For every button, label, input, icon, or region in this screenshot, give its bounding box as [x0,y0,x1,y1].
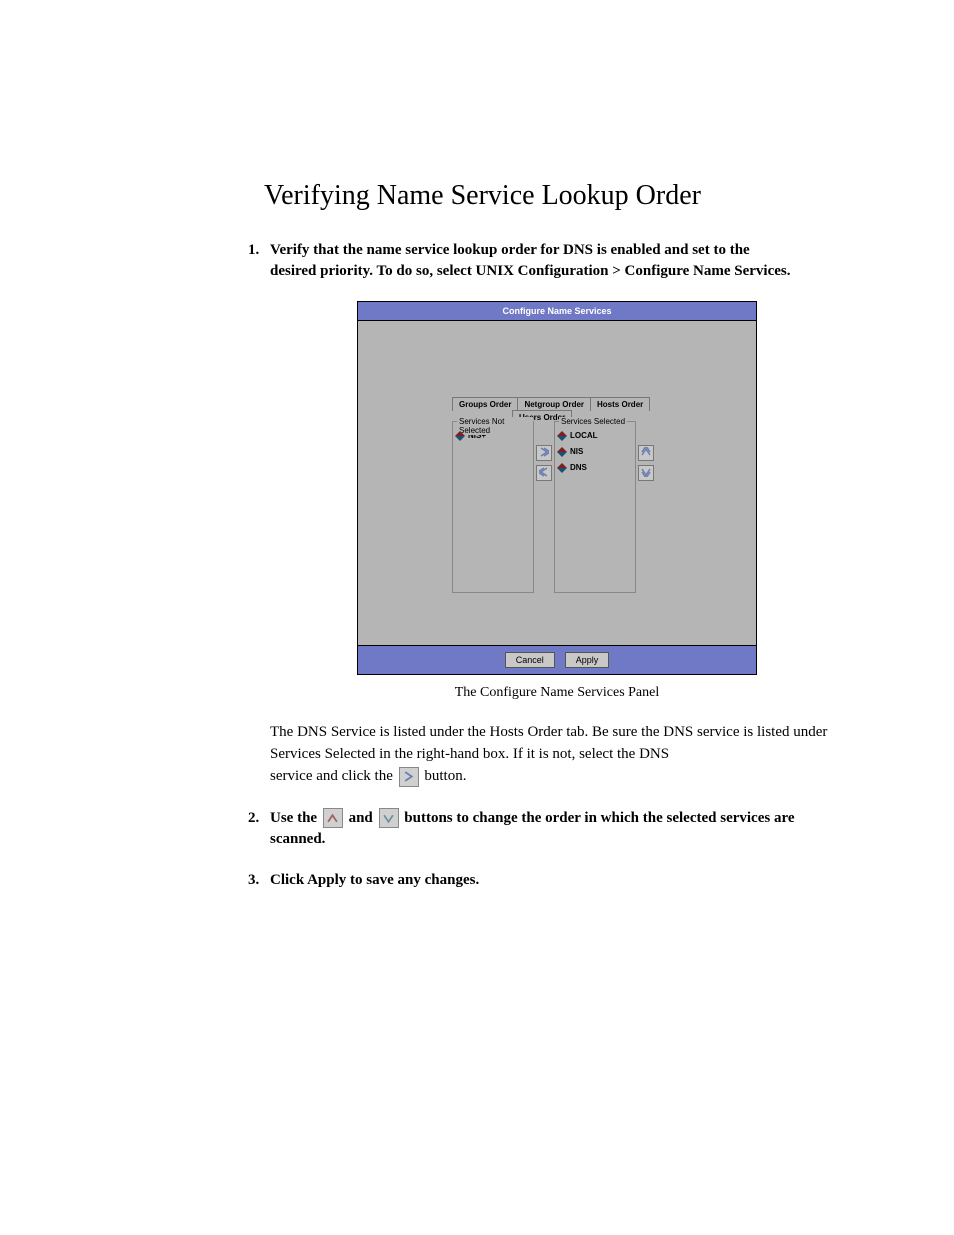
panel-title: Configure Name Services [358,302,756,321]
service-icon [455,431,465,441]
service-icon [557,463,567,473]
move-down-button[interactable] [638,465,654,481]
service-icon [557,431,567,441]
chevron-right-icon [539,447,549,459]
step-2: Use the and buttons to change the order … [250,808,844,851]
move-buttons [536,445,552,593]
step-1-line1: Verify that the name service lookup orde… [270,242,750,258]
chevron-left-icon [539,467,549,479]
service-icon [557,447,567,457]
step-3: Click Apply to save any changes. [250,870,844,891]
para-text-2a: service and click the [270,768,397,784]
page-heading: Verifying Name Service Lookup Order [264,180,844,212]
chevron-down-icon [641,467,651,479]
para-text-2b: button. [424,768,466,784]
list-item-label: DNS [570,463,587,472]
tab-netgroup-order[interactable]: Netgroup Order [517,397,591,411]
dual-list: Services Not Selected NIS+ [452,421,654,593]
list-item-label: NIS [570,447,583,456]
services-selected-list[interactable]: Services Selected LOCAL NIS [554,421,636,593]
apply-button[interactable]: Apply [565,652,610,668]
cancel-button[interactable]: Cancel [505,652,555,668]
figure-caption: The Configure Name Services Panel [270,683,844,703]
inline-move-right-icon [399,767,419,787]
inline-move-up-icon [323,808,343,828]
services-selected-label: Services Selected [559,417,627,426]
step-2-pre: Use the [270,810,321,826]
move-up-button[interactable] [638,445,654,461]
step1-paragraph: The DNS Service is listed under the Host… [270,722,844,787]
panel-body: Groups Order Netgroup Order Hosts Order … [358,321,756,645]
inline-move-down-icon [379,808,399,828]
chevron-up-icon [641,447,651,459]
para-text-1: The DNS Service is listed under the Host… [270,724,827,762]
configure-panel: Configure Name Services Groups Order Net… [357,301,757,675]
step-1: Verify that the name service lookup orde… [250,240,844,788]
step-3-text: Click Apply to save any changes. [270,872,479,888]
move-left-button[interactable] [536,465,552,481]
tab-hosts-order[interactable]: Hosts Order [590,397,650,411]
figure: Configure Name Services Groups Order Net… [270,301,844,703]
list-item[interactable]: DNS [557,462,633,474]
reorder-buttons [638,445,654,593]
list-item-label: LOCAL [570,431,598,440]
services-not-selected-list[interactable]: Services Not Selected NIS+ [452,421,534,593]
list-item[interactable]: LOCAL [557,430,633,442]
list-item[interactable]: NIS [557,446,633,458]
tab-groups-order[interactable]: Groups Order [452,397,518,411]
services-not-selected-label: Services Not Selected [457,417,533,435]
move-right-button[interactable] [536,445,552,461]
step-2-mid: and [345,810,377,826]
step-1-line2: desired priority. To do so, select UNIX … [270,263,790,279]
panel-footer: Cancel Apply [358,645,756,674]
